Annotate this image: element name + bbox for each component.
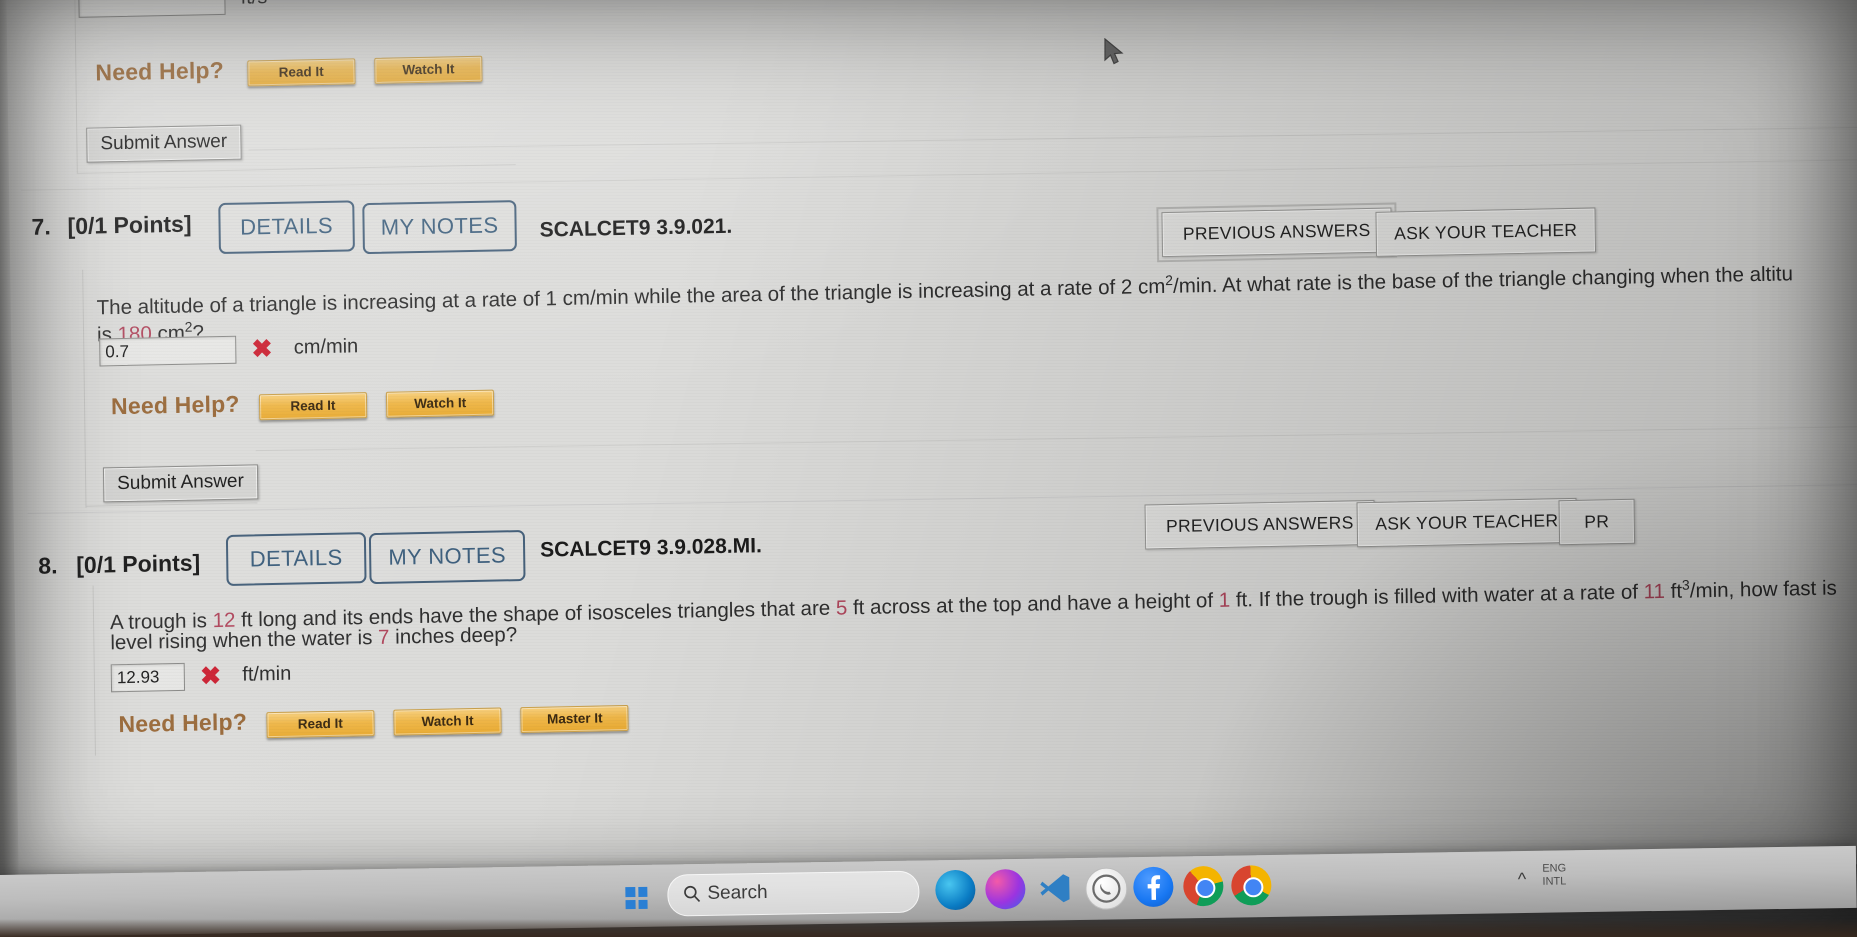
edge-icon[interactable] <box>935 869 976 911</box>
question-8-incorrect-icon: ✖ <box>199 662 222 691</box>
question-7-answer-row: 0.7 ✖ cm/min <box>99 332 358 367</box>
language-line1: ENG <box>1542 862 1567 875</box>
whatsapp-icon[interactable] <box>1085 867 1128 910</box>
question-8-my-notes-button[interactable]: MY NOTES <box>368 529 526 585</box>
q8-v4: 11 <box>1643 579 1666 604</box>
question-6-card-border <box>73 0 516 174</box>
question-8-answer-row: 12.93 ✖ ft/min <box>110 660 292 694</box>
question-8-practice-another-button[interactable]: PR <box>1558 498 1636 546</box>
q8-l2-pre: level rising when the water is <box>110 625 379 655</box>
q8-mid2: ft across at the top and have a height o… <box>847 588 1219 620</box>
question-8-need-help-row: Need Help? Read It Watch It Master It <box>118 701 630 741</box>
question-7-incorrect-icon: ✖ <box>251 335 273 364</box>
facebook-icon[interactable] <box>1133 866 1174 908</box>
show-hidden-icons-chevron-icon[interactable]: ^ <box>1518 869 1527 890</box>
question-7-my-notes-button[interactable]: MY NOTES <box>362 200 517 255</box>
question-7-number: 7. <box>31 213 51 240</box>
question-7-need-help-row: Need Help? Read It Watch It <box>110 386 495 424</box>
question-7-details-button[interactable]: DETAILS <box>218 200 355 255</box>
question-8-answer-unit: ft/min <box>242 662 292 686</box>
windows-start-icon[interactable] <box>625 886 648 910</box>
question-8-watch-it-button[interactable]: Watch It <box>393 707 502 736</box>
question-7-body-sup2: 2 <box>184 318 193 335</box>
question-7-body: The altitude of a triangle is increasing… <box>96 252 1857 323</box>
question-7-watch-it-button[interactable]: Watch It <box>385 389 495 418</box>
question-7-previous-answers-button[interactable]: PREVIOUS ANSWERS <box>1156 202 1398 263</box>
question-8-ask-your-teacher-button[interactable]: ASK YOUR TEACHER <box>1356 497 1578 548</box>
question-7-submit-button[interactable]: Submit Answer <box>102 464 259 503</box>
messenger-icon[interactable] <box>985 868 1026 910</box>
question-8-master-it-button[interactable]: Master It <box>520 704 630 734</box>
question-7-answer-unit: cm/min <box>293 335 359 359</box>
question-8-points: [0/1 Points] <box>76 549 201 578</box>
screen-photo: woman starts walking? (Round your answer… <box>0 0 1857 937</box>
question-7-code: SCALCET9 3.9.021. <box>539 214 733 242</box>
chrome-icon[interactable] <box>1183 865 1224 907</box>
chrome-icon-2[interactable] <box>1231 865 1272 906</box>
q8-l2-post: inches deep? <box>389 623 518 649</box>
question-7-answer-input[interactable]: 0.7 <box>99 335 237 367</box>
question-7-read-it-button[interactable]: Read It <box>258 392 368 421</box>
question-7-need-help-label: Need Help? <box>110 390 240 420</box>
question-8-previous-answers-button[interactable]: PREVIOUS ANSWERS <box>1144 499 1376 550</box>
question-7-body-line1: The altitude of a triangle is increasing… <box>96 274 1166 320</box>
question-8-answer-input[interactable]: 12.93 <box>110 662 186 693</box>
question-7-body-line1-cont: /min. At what rate is the base of the tr… <box>1172 262 1794 298</box>
question-7-ask-your-teacher-button[interactable]: ASK YOUR TEACHER <box>1375 207 1597 257</box>
q8-v3: 1 <box>1218 588 1231 612</box>
language-line2: INTL <box>1542 875 1567 888</box>
question-7-points: [0/1 Points] <box>67 210 192 240</box>
question-8-code: SCALCET9 3.9.028.MI. <box>539 534 762 562</box>
question-7-left-rule <box>82 269 87 508</box>
question-8-read-it-button[interactable]: Read It <box>266 710 375 739</box>
question-8-details-button[interactable]: DETAILS <box>225 532 367 586</box>
search-icon <box>684 885 701 902</box>
q8-mid3: ft. If the trough is filled with water a… <box>1230 580 1644 612</box>
question-8-need-help-label: Need Help? <box>118 708 248 738</box>
taskbar-search-box[interactable] <box>667 870 920 917</box>
q8-v2: 5 <box>835 596 848 620</box>
question-7-bottom-rule <box>85 502 258 507</box>
divider-2 <box>255 426 1857 452</box>
q8-mid5: /min, how fast is <box>1689 576 1837 603</box>
q8-v5: 7 <box>377 625 390 649</box>
laptop-screen: woman starts walking? (Round your answer… <box>0 0 1857 902</box>
language-indicator[interactable]: ENG INTL <box>1542 862 1566 888</box>
question-7-submit-row: Submit Answer <box>102 464 259 503</box>
question-8-number: 8. <box>38 552 58 579</box>
taskbar-search-label: Search <box>707 881 768 904</box>
webassign-page: woman starts walking? (Round your answer… <box>6 0 1857 901</box>
vs-code-icon[interactable] <box>1035 868 1076 909</box>
question-7-body-sup1: 2 <box>1165 271 1174 289</box>
q8-mid4: ft <box>1664 579 1683 603</box>
question-8-left-rule <box>92 585 96 756</box>
